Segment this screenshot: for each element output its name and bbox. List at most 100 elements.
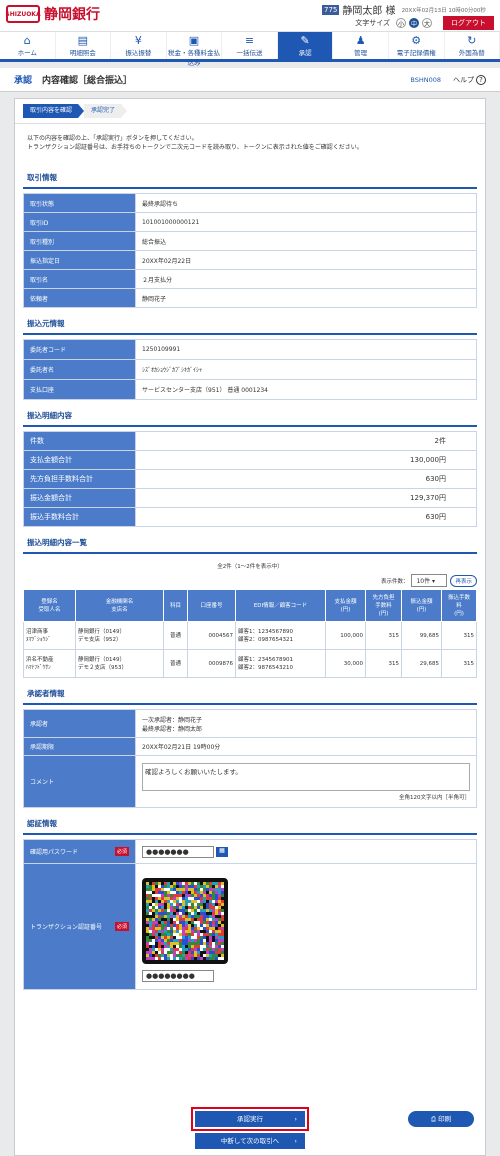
table-row: 取引状態最終承認待ち — [24, 194, 477, 213]
qr-cell — [191, 933, 194, 936]
nav-statement[interactable]: ▤明細照会 — [56, 32, 112, 59]
qr-cell — [146, 912, 149, 915]
qr-cell — [203, 894, 206, 897]
row-value: 101001000000121 — [136, 213, 477, 232]
password-input[interactable]: ●●●●●●● — [142, 846, 214, 858]
qr-cell — [203, 936, 206, 939]
qr-cell — [203, 924, 206, 927]
qr-cell — [164, 945, 167, 948]
qr-cell — [221, 915, 224, 918]
qr-cell — [209, 915, 212, 918]
transaction-info-table: 取引状態最終承認待ち 取引ID101001000000121 取引種別総合振込 … — [23, 193, 477, 308]
bank-name: 静岡銀行（0149） — [78, 628, 161, 636]
per-page-select[interactable]: 10件 ▾ — [411, 574, 447, 587]
list-count: 全2件（1～2件を表示中） — [23, 558, 477, 574]
qr-cell — [173, 924, 176, 927]
comment-textarea[interactable]: 確認よろしくお願いいたします。 — [142, 763, 470, 791]
qr-cell — [158, 933, 161, 936]
qr-cell — [185, 951, 188, 954]
nav-admin[interactable]: ♟管理 — [333, 32, 389, 59]
qr-cell — [194, 897, 197, 900]
qr-cell — [182, 888, 185, 891]
qr-cell — [215, 885, 218, 888]
qr-cell — [170, 897, 173, 900]
qr-cell — [185, 894, 188, 897]
nav-bulk[interactable]: ≡一括伝送 — [222, 32, 278, 59]
approve-button[interactable]: 承認実行› — [195, 1111, 305, 1127]
qr-cell — [200, 900, 203, 903]
qr-cell — [182, 900, 185, 903]
logout-button[interactable]: ログアウト — [443, 16, 494, 30]
qr-cell — [173, 957, 176, 960]
qr-cell — [212, 909, 215, 912]
text-size-medium[interactable]: 中 — [409, 18, 419, 28]
interrupt-button[interactable]: 中断して次の取引へ› — [195, 1133, 305, 1149]
qr-cell — [221, 936, 224, 939]
payee-cell: 沼津商事ﾇﾏﾂﾞｼｮｳｼﾞ — [24, 622, 76, 650]
qr-cell — [161, 927, 164, 930]
qr-cell — [158, 909, 161, 912]
nav-tax-payment[interactable]: ▣税金・各種料金払込み — [167, 32, 223, 59]
qr-cell — [164, 942, 167, 945]
qr-cell — [179, 912, 182, 915]
print-icon: ⎙ — [431, 1115, 436, 1123]
qr-cell — [191, 927, 194, 930]
row-label: 委託者名 — [24, 360, 136, 380]
qr-cell — [209, 948, 212, 951]
qr-cell — [185, 915, 188, 918]
nav-e-receivable[interactable]: ⚙電子記録債権 — [389, 32, 445, 59]
qr-cell — [206, 927, 209, 930]
qr-cell — [197, 906, 200, 909]
bank-logo[interactable]: SHIZUOKA 静岡銀行 — [6, 4, 100, 24]
qr-cell — [173, 897, 176, 900]
qr-cell — [167, 906, 170, 909]
table-row: 振込金額合計129,370円 — [24, 489, 477, 508]
nav-home[interactable]: ⌂ホーム — [0, 32, 56, 59]
section-heading: 承認者情報 — [23, 684, 477, 705]
qr-cell — [221, 927, 224, 930]
edi-cell: 顧客1：2345678901顧客2：9876543210 — [236, 650, 326, 678]
qr-cell — [176, 945, 179, 948]
help-link[interactable]: ヘルプ? — [453, 75, 486, 85]
transaction-auth-input[interactable]: ●●●●●●●● — [142, 970, 214, 982]
qr-cell — [161, 918, 164, 921]
nav-foreign-exchange[interactable]: ↻外国為替 — [445, 32, 500, 59]
qr-cell — [155, 915, 158, 918]
qr-cell — [164, 894, 167, 897]
qr-cell — [179, 885, 182, 888]
qr-cell — [179, 930, 182, 933]
auth-table: 確認用パスワード必須 ●●●●●●●▦ トランザクション認証番号必須 ●●●●●… — [23, 839, 477, 990]
nav-transfer[interactable]: ¥振込振替 — [111, 32, 167, 59]
qr-cell — [155, 900, 158, 903]
qr-cell — [149, 939, 152, 942]
qr-cell — [179, 888, 182, 891]
row-value: 20XX年02月22日 — [136, 251, 477, 270]
qr-cell — [176, 891, 179, 894]
qr-cell — [170, 924, 173, 927]
text-size-small[interactable]: 小 — [396, 18, 406, 28]
qr-cell — [218, 930, 221, 933]
qr-cell — [188, 900, 191, 903]
qr-cell — [194, 894, 197, 897]
qr-cell — [206, 933, 209, 936]
qr-cell — [167, 945, 170, 948]
qr-cell — [209, 942, 212, 945]
text-size-large[interactable]: 大 — [422, 18, 432, 28]
qr-cell — [203, 942, 206, 945]
qr-cell — [173, 882, 176, 885]
keyboard-icon[interactable]: ▦ — [216, 847, 228, 857]
qr-cell — [167, 954, 170, 957]
redisplay-button[interactable]: 再表示 — [450, 575, 477, 587]
qr-cell — [191, 945, 194, 948]
qr-cell — [218, 951, 221, 954]
qr-cell — [182, 882, 185, 885]
qr-cell — [152, 909, 155, 912]
section-heading: 振込明細内容 — [23, 406, 477, 427]
qr-cell — [218, 948, 221, 951]
table-row: コメント 確認よろしくお願いいたします。 全角120文字以内［半角可］ — [24, 756, 477, 808]
qr-cell — [191, 903, 194, 906]
qr-cell — [191, 924, 194, 927]
nav-approval[interactable]: ✎承認 — [278, 32, 334, 59]
qr-cell — [176, 939, 179, 942]
print-button[interactable]: ⎙ 印刷 — [408, 1111, 474, 1127]
